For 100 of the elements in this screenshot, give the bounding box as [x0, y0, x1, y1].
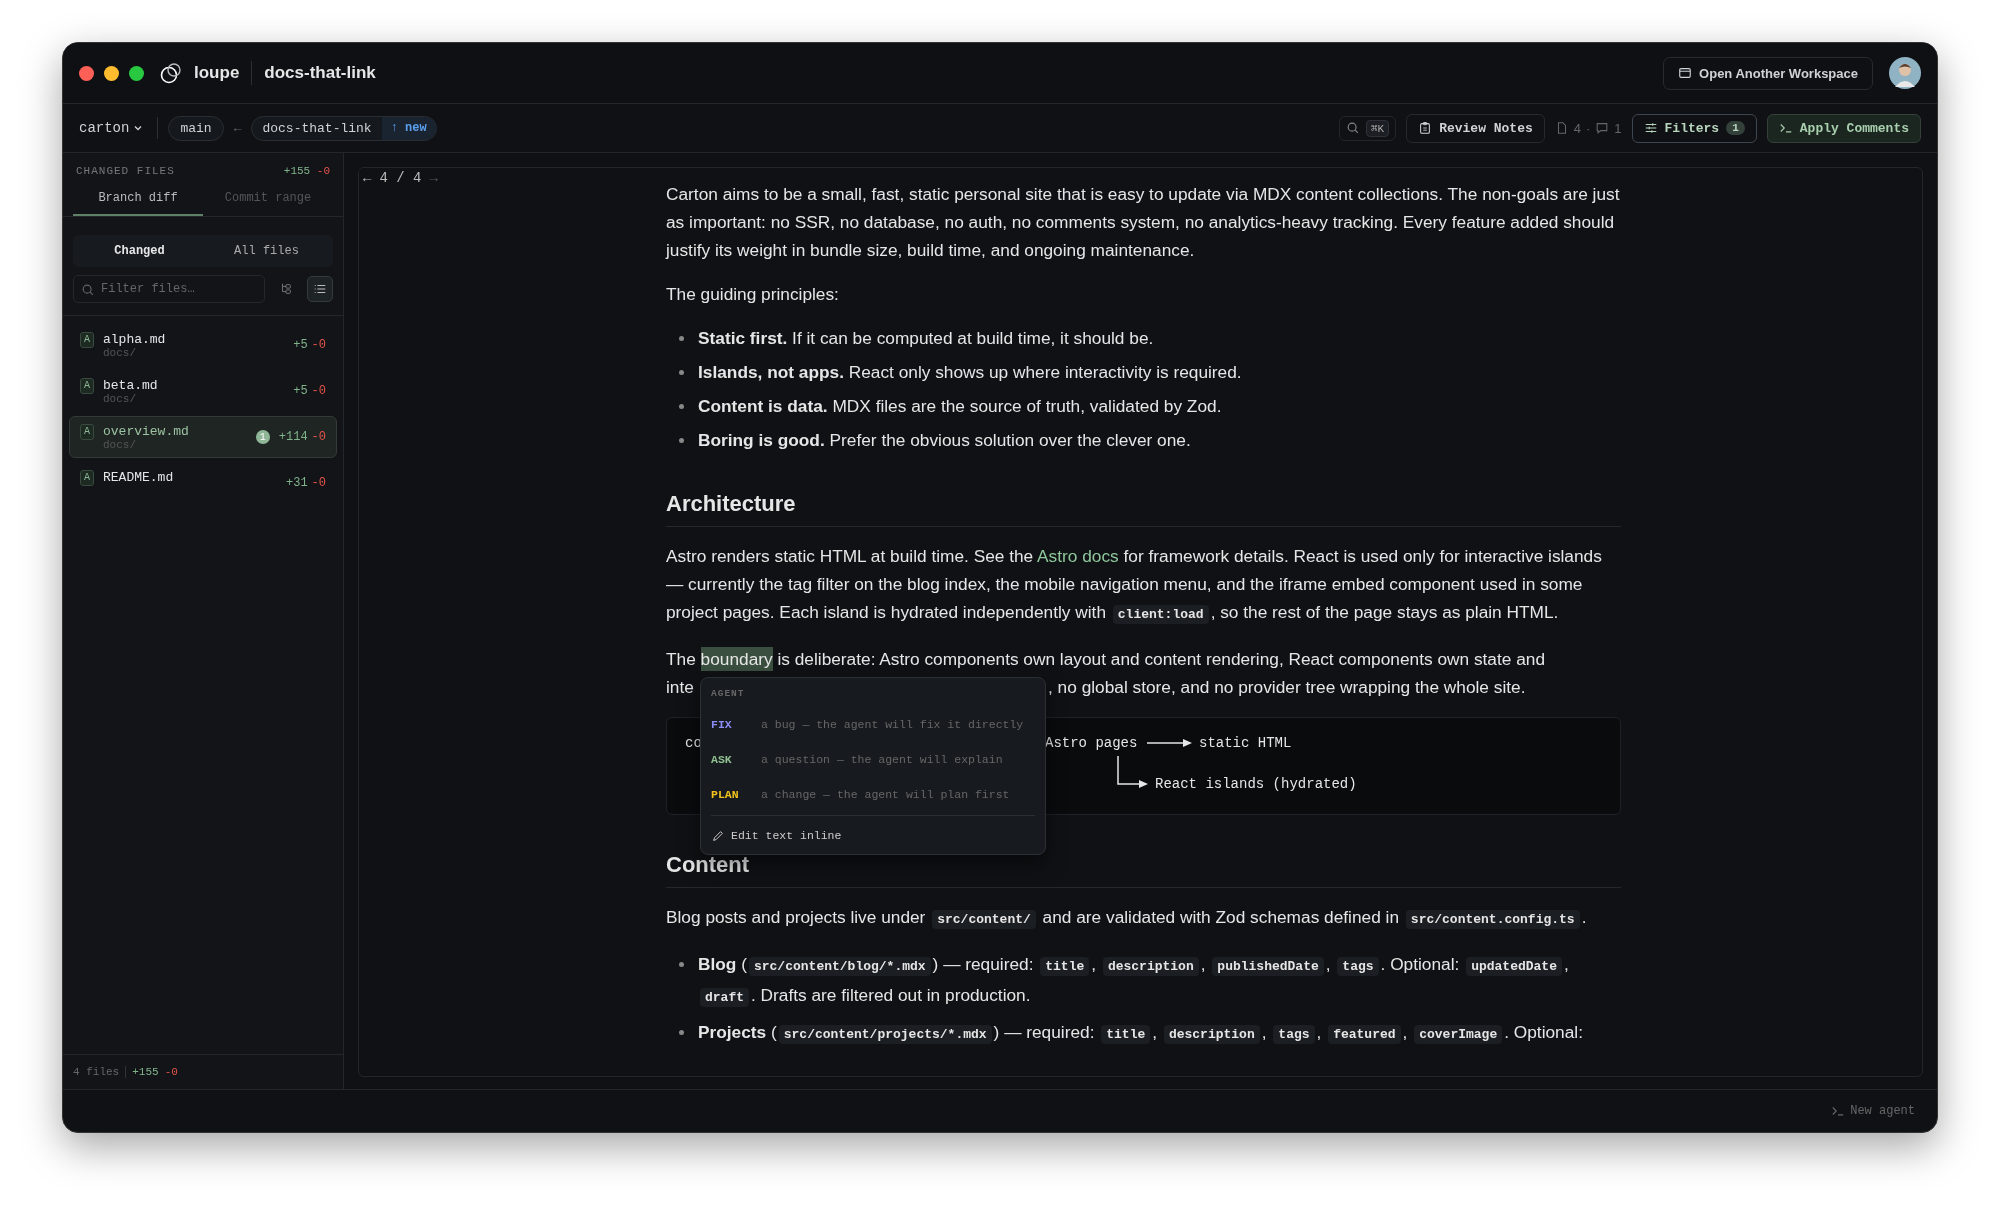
inline-code: src/content/ [932, 910, 1036, 929]
file-item[interactable]: A beta.md docs/ +5 -0 [69, 370, 337, 412]
inline-code: src/content.config.ts [1405, 910, 1580, 929]
branch-name: docs-that-link [261, 119, 373, 138]
link[interactable]: Astro docs [1037, 546, 1119, 566]
list-item: Content is data. MDX files are the source of truth, validated by Zod. [698, 395, 1223, 418]
segment-button[interactable]: Changed [76, 238, 203, 264]
paragraph: Astro renders static HTML at build time. See the Astro docs for framework details. React is used only for interactive islands — currently the tag filter on the blog index, the mobile navigation menu, and the iframe embed component used in some project pages. Each island is hydrated independently with client:load , so the rest of the page stays as plain HTML. [666, 545, 1603, 626]
inline-code: title [1101, 1025, 1151, 1044]
additions-count: +31 [286, 476, 308, 490]
inline-code: coverImage [1414, 1025, 1503, 1044]
list-icon [313, 282, 327, 296]
deletions-count: -0 [311, 384, 326, 398]
inline-code: description [1163, 1025, 1260, 1044]
terminal-icon [1831, 1104, 1846, 1118]
additions-count: +155 [283, 165, 311, 177]
comment-badge: 1 [255, 430, 270, 444]
deletions-count: -0 [164, 1066, 178, 1078]
close-button[interactable] [79, 65, 94, 81]
status-badge: A [80, 470, 94, 486]
minimize-button[interactable] [104, 65, 119, 81]
list-item: Blog ( src/content/blog/*.mdx ) — required: title , description , publishedDate , tags . Optional: updatedDate , draft . Drafts are filtered out in production. [698, 953, 1570, 1009]
code-text: static HTML [1199, 734, 1292, 752]
pencil-icon [711, 829, 725, 843]
list-item: Islands, not apps. React only shows up where interactivity is required. [698, 361, 1243, 384]
open-workspace-button[interactable]: Open Another Workspace [1663, 56, 1873, 90]
page-position: 4 / 4 [379, 170, 422, 186]
additions-count: +5 [293, 338, 308, 352]
additions-count: +5 [293, 384, 308, 398]
option-tag: ASK [711, 752, 751, 768]
comment-count: 1 [1614, 120, 1622, 136]
paragraph: Blog posts and projects live under src/content/ and are validated with Zod schemas defined in src/content.config.ts . [666, 906, 1588, 931]
inline-code: src/content/blog/*.mdx [748, 957, 931, 976]
deletions-count: -0 [316, 165, 330, 177]
logo-icon [160, 62, 182, 84]
search-icon [1345, 121, 1360, 135]
section-heading: Architecture [666, 490, 1621, 527]
arrow-symbol: ← [233, 120, 242, 136]
menu-option[interactable]: ASK a question — the agent will explain [711, 743, 1035, 778]
section-heading: CHANGED FILES [76, 165, 175, 177]
menu-heading: AGENT [711, 687, 746, 701]
bullet-icon [679, 962, 684, 967]
clipboard-icon [1418, 121, 1433, 135]
tree-icon [279, 282, 293, 296]
list-view-button[interactable] [307, 276, 333, 302]
chevron-down-icon [133, 123, 144, 133]
tab[interactable]: Branch diff [73, 183, 203, 216]
filters-button[interactable]: Filters 1 [1631, 113, 1757, 143]
repo-selector[interactable]: carton [79, 120, 148, 136]
file-count: 4 [1573, 120, 1581, 136]
additions-count: +114 [278, 430, 308, 444]
inline-code: src/content/projects/*.mdx [778, 1025, 992, 1044]
filter-field[interactable]: Filter files… [73, 275, 265, 303]
list-item: Boring is good. Prefer the obvious solution over the clever one. [698, 429, 1192, 452]
terminal-icon [1778, 121, 1793, 135]
deletions-count: -0 [311, 338, 326, 352]
zoom-button[interactable] [129, 65, 144, 81]
file-directory: docs/ [103, 393, 138, 405]
bullet-icon [679, 370, 684, 375]
list-item: Projects ( src/content/projects/*.mdx ) — required: title , description , tags , featured , coverImage . Optional: [698, 1021, 1584, 1046]
separator-dot: · [1586, 120, 1591, 136]
option-tag: FIX [711, 717, 751, 733]
file-name: beta.md [103, 378, 159, 393]
paragraph: The guiding principles: [666, 283, 840, 306]
segment-button[interactable]: All files [203, 238, 330, 264]
edit-inline-option[interactable]: Edit text inline [711, 824, 1035, 844]
inline-code: featured [1328, 1025, 1401, 1044]
text-highlight: boundary [700, 647, 773, 671]
list-item: Static first. If it can be computed at build time, it should be. [698, 327, 1155, 350]
option-tag: PLAN [711, 787, 751, 803]
apply-comments-button[interactable]: Apply Comments [1766, 113, 1921, 143]
inline-code: draft [700, 988, 749, 1007]
search-button[interactable]: ⌘K [1338, 115, 1397, 141]
option-description: a question — the agent will explain [761, 752, 1003, 768]
section-heading: Content [666, 851, 1621, 888]
review-notes-button[interactable]: Review Notes [1406, 113, 1545, 143]
new-badge: ↑ new [381, 116, 436, 140]
status-badge: A [80, 378, 94, 394]
option-description: a bug — the agent will fix it directly [761, 717, 1024, 733]
code-text: Astro pages [1045, 734, 1138, 752]
arrow-icon [1147, 738, 1193, 748]
file-total: 4 files [73, 1066, 120, 1078]
elbow-arrow-icon [1117, 756, 1149, 790]
inline-code: tags [1273, 1025, 1315, 1044]
file-item[interactable]: A README.md +31 -0 [69, 462, 337, 497]
menu-option[interactable]: PLAN a change — the agent will plan first [711, 778, 1035, 813]
previous-arrow[interactable]: ← [363, 170, 372, 186]
menu-option[interactable]: FIX a bug — the agent will fix it directly [711, 708, 1035, 743]
inline-code: tags [1337, 957, 1379, 976]
comment-icon [1595, 121, 1610, 135]
base-branch-chip: main [168, 115, 224, 141]
inline-code: description [1102, 957, 1199, 976]
bullet-icon [679, 438, 684, 443]
file-name: alpha.md [103, 332, 167, 347]
window-icon [1678, 66, 1693, 80]
avatar[interactable] [1889, 57, 1921, 89]
status-badge: A [80, 424, 94, 440]
filter-count-badge: 1 [1726, 121, 1745, 135]
file-item[interactable]: A alpha.md docs/ +5 -0 [69, 324, 337, 366]
file-directory: docs/ [103, 347, 138, 359]
